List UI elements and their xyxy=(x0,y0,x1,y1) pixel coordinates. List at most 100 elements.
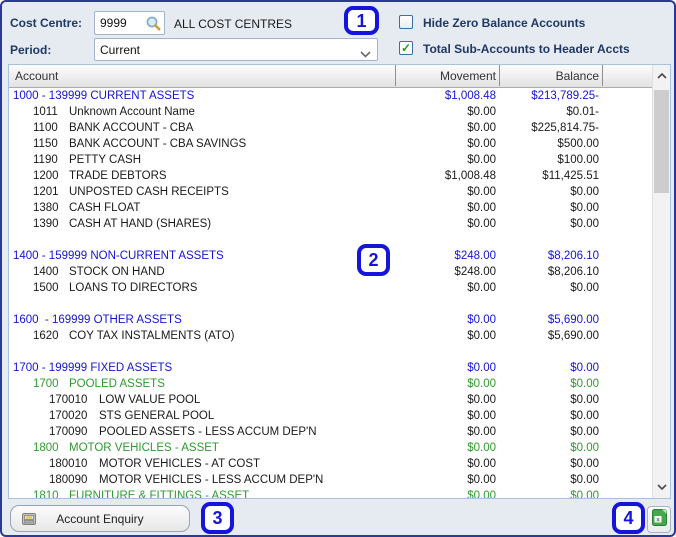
balance-value: $0.00 xyxy=(570,362,599,374)
movement-value: $0.00 xyxy=(467,122,496,134)
movement-value: $0.00 xyxy=(467,410,496,422)
table-row[interactable]: 1400 - 159999 NON-CURRENT ASSETS $248.00 $… xyxy=(9,248,670,264)
account-name: TRADE DEBTORS xyxy=(69,170,167,182)
account-code: 180010 xyxy=(49,458,88,470)
table-row[interactable]: 180090 MOTOR VEHICLES - LESS ACCUM DEP'N $… xyxy=(9,472,670,488)
movement-value: $1,008.48 xyxy=(444,90,496,102)
column-header-balance[interactable]: Balance xyxy=(556,69,599,83)
hide-zero-label: Hide Zero Balance Accounts xyxy=(423,16,586,30)
account-name: COY TAX INSTALMENTS (ATO) xyxy=(69,330,235,342)
chevron-down-icon xyxy=(360,47,371,61)
movement-value: $0.00 xyxy=(467,490,496,499)
column-header-account[interactable]: Account xyxy=(15,69,58,83)
table-row[interactable]: 1200 TRADE DEBTORS $1,008.48 $11,425.51 xyxy=(9,168,670,184)
table-row[interactable]: 1810 FURNITURE & FITTINGS - ASSET $0.00 $0.… xyxy=(9,488,670,499)
vertical-scrollbar[interactable] xyxy=(652,65,670,498)
table-row[interactable]: 170090 POOLED ASSETS - LESS ACCUM DEP'N $0… xyxy=(9,424,670,440)
movement-value: $0.00 xyxy=(467,314,496,326)
column-divider xyxy=(395,65,396,86)
column-divider xyxy=(602,65,603,86)
cost-centre-value: 9999 xyxy=(100,16,127,30)
table-row[interactable]: 1390 CASH AT HAND (SHARES) $0.00 $0.00 xyxy=(9,216,670,232)
table-row[interactable]: 1000 - 139999 CURRENT ASSETS $1,008.48 $21… xyxy=(9,88,670,104)
balance-value: $0.00 xyxy=(570,378,599,390)
account-name: STS GENERAL POOL xyxy=(99,410,215,422)
movement-value: $0.00 xyxy=(467,218,496,230)
cost-centre-input[interactable]: 9999 xyxy=(94,11,165,35)
account-name: UNPOSTED CASH RECEIPTS xyxy=(69,186,229,198)
movement-value: $248.00 xyxy=(454,266,496,278)
movement-value: $0.00 xyxy=(467,202,496,214)
movement-value: $0.00 xyxy=(467,442,496,454)
table-row[interactable]: 170010 LOW VALUE POOL $0.00 $0.00 xyxy=(9,392,670,408)
table-row[interactable]: 1700 POOLED ASSETS $0.00 $0.00 xyxy=(9,376,670,392)
cabinet-icon xyxy=(21,511,37,530)
movement-value: $0.00 xyxy=(467,282,496,294)
spacer-row xyxy=(9,344,670,360)
grid-body: 1000 - 139999 CURRENT ASSETS $1,008.48 $21… xyxy=(9,88,670,499)
scrollbar-thumb[interactable] xyxy=(654,90,669,193)
export-excel-button[interactable]: x xyxy=(647,506,671,533)
account-name: LOANS TO DIRECTORS xyxy=(69,282,198,294)
account-name: CASH FLOAT xyxy=(69,202,141,214)
balance-value: $0.00 xyxy=(570,394,599,406)
movement-value: $0.00 xyxy=(467,458,496,470)
column-header-movement[interactable]: Movement xyxy=(440,69,496,83)
table-row[interactable]: 1380 CASH FLOAT $0.00 $0.00 xyxy=(9,200,670,216)
balance-value: $225,814.75- xyxy=(531,122,599,134)
movement-value: $0.00 xyxy=(467,138,496,150)
account-name: 1700 - 199999 FIXED ASSETS xyxy=(13,362,173,374)
balance-value: $0.00 xyxy=(570,282,599,294)
table-row[interactable]: 1600 - 169999 OTHER ASSETS $0.00 $5,690.00 xyxy=(9,312,670,328)
account-code: 1011 xyxy=(33,106,58,118)
account-name: MOTOR VEHICLES - LESS ACCUM DEP'N xyxy=(99,474,324,486)
account-code: 1810 xyxy=(33,490,59,499)
callout-3: 3 xyxy=(201,502,234,534)
table-row[interactable]: 1500 LOANS TO DIRECTORS $0.00 $0.00 xyxy=(9,280,670,296)
balance-value: $0.00 xyxy=(570,410,599,422)
spacer-row xyxy=(9,232,670,248)
table-row[interactable]: 1011 Unknown Account Name $0.00 $0.01- xyxy=(9,104,670,120)
table-row[interactable]: 170020 STS GENERAL POOL $0.00 $0.00 xyxy=(9,408,670,424)
period-select[interactable]: Current xyxy=(94,38,378,61)
table-row[interactable]: 1150 BANK ACCOUNT - CBA SAVINGS $0.00 $500.… xyxy=(9,136,670,152)
hide-zero-checkbox[interactable] xyxy=(399,15,413,29)
period-label: Period: xyxy=(10,43,52,57)
account-name: LOW VALUE POOL xyxy=(99,394,201,406)
callout-1: 1 xyxy=(344,6,379,35)
account-code: 1190 xyxy=(33,154,58,166)
balance-value: $0.00 xyxy=(570,186,599,198)
table-row[interactable]: 180010 MOTOR VEHICLES - AT COST $0.00 $0.00 xyxy=(9,456,670,472)
account-code: 1500 xyxy=(33,282,59,294)
table-row[interactable]: 1100 BANK ACCOUNT - CBA $0.00 $225,814.75- xyxy=(9,120,670,136)
balance-value: $11,425.51 xyxy=(542,170,599,182)
account-name: MOTOR VEHICLES - AT COST xyxy=(99,458,261,470)
account-name: POOLED ASSETS - LESS ACCUM DEP'N xyxy=(99,426,317,438)
account-enquiry-button[interactable]: Account Enquiry xyxy=(10,505,190,532)
balance-value: $100.00 xyxy=(557,154,599,166)
svg-text:x: x xyxy=(656,516,660,523)
account-code: 1620 xyxy=(33,330,59,342)
table-row[interactable]: 1400 STOCK ON HAND $248.00 $8,206.10 xyxy=(9,264,670,280)
account-name: CASH AT HAND (SHARES) xyxy=(69,218,212,230)
account-name: Unknown Account Name xyxy=(69,106,195,118)
scroll-down-icon[interactable] xyxy=(653,478,670,496)
table-row[interactable]: 1700 - 199999 FIXED ASSETS $0.00 $0.00 xyxy=(9,360,670,376)
account-code: 1400 xyxy=(33,266,59,278)
scroll-up-icon[interactable] xyxy=(653,67,670,85)
account-name: 1400 - 159999 NON-CURRENT ASSETS xyxy=(13,250,224,262)
table-row[interactable]: 1201 UNPOSTED CASH RECEIPTS $0.00 $0.00 xyxy=(9,184,670,200)
total-sub-accounts-checkbox[interactable]: ✓ xyxy=(399,41,413,55)
grid-header: Account Movement Balance xyxy=(9,65,670,88)
account-grid: Account Movement Balance 1000 - 139999 C… xyxy=(8,64,671,499)
balance-value: $0.00 xyxy=(570,442,599,454)
movement-value: $248.00 xyxy=(454,250,496,262)
account-code: 1200 xyxy=(33,170,59,182)
callout-2: 2 xyxy=(357,244,390,276)
account-name: 1000 - 139999 CURRENT ASSETS xyxy=(13,90,195,102)
cost-centre-lookup-icon[interactable] xyxy=(145,15,162,32)
table-row[interactable]: 1620 COY TAX INSTALMENTS (ATO) $0.00 $5,690… xyxy=(9,328,670,344)
table-row[interactable]: 1190 PETTY CASH $0.00 $100.00 xyxy=(9,152,670,168)
table-row[interactable]: 1800 MOTOR VEHICLES - ASSET $0.00 $0.00 xyxy=(9,440,670,456)
account-code: 1390 xyxy=(33,218,59,230)
